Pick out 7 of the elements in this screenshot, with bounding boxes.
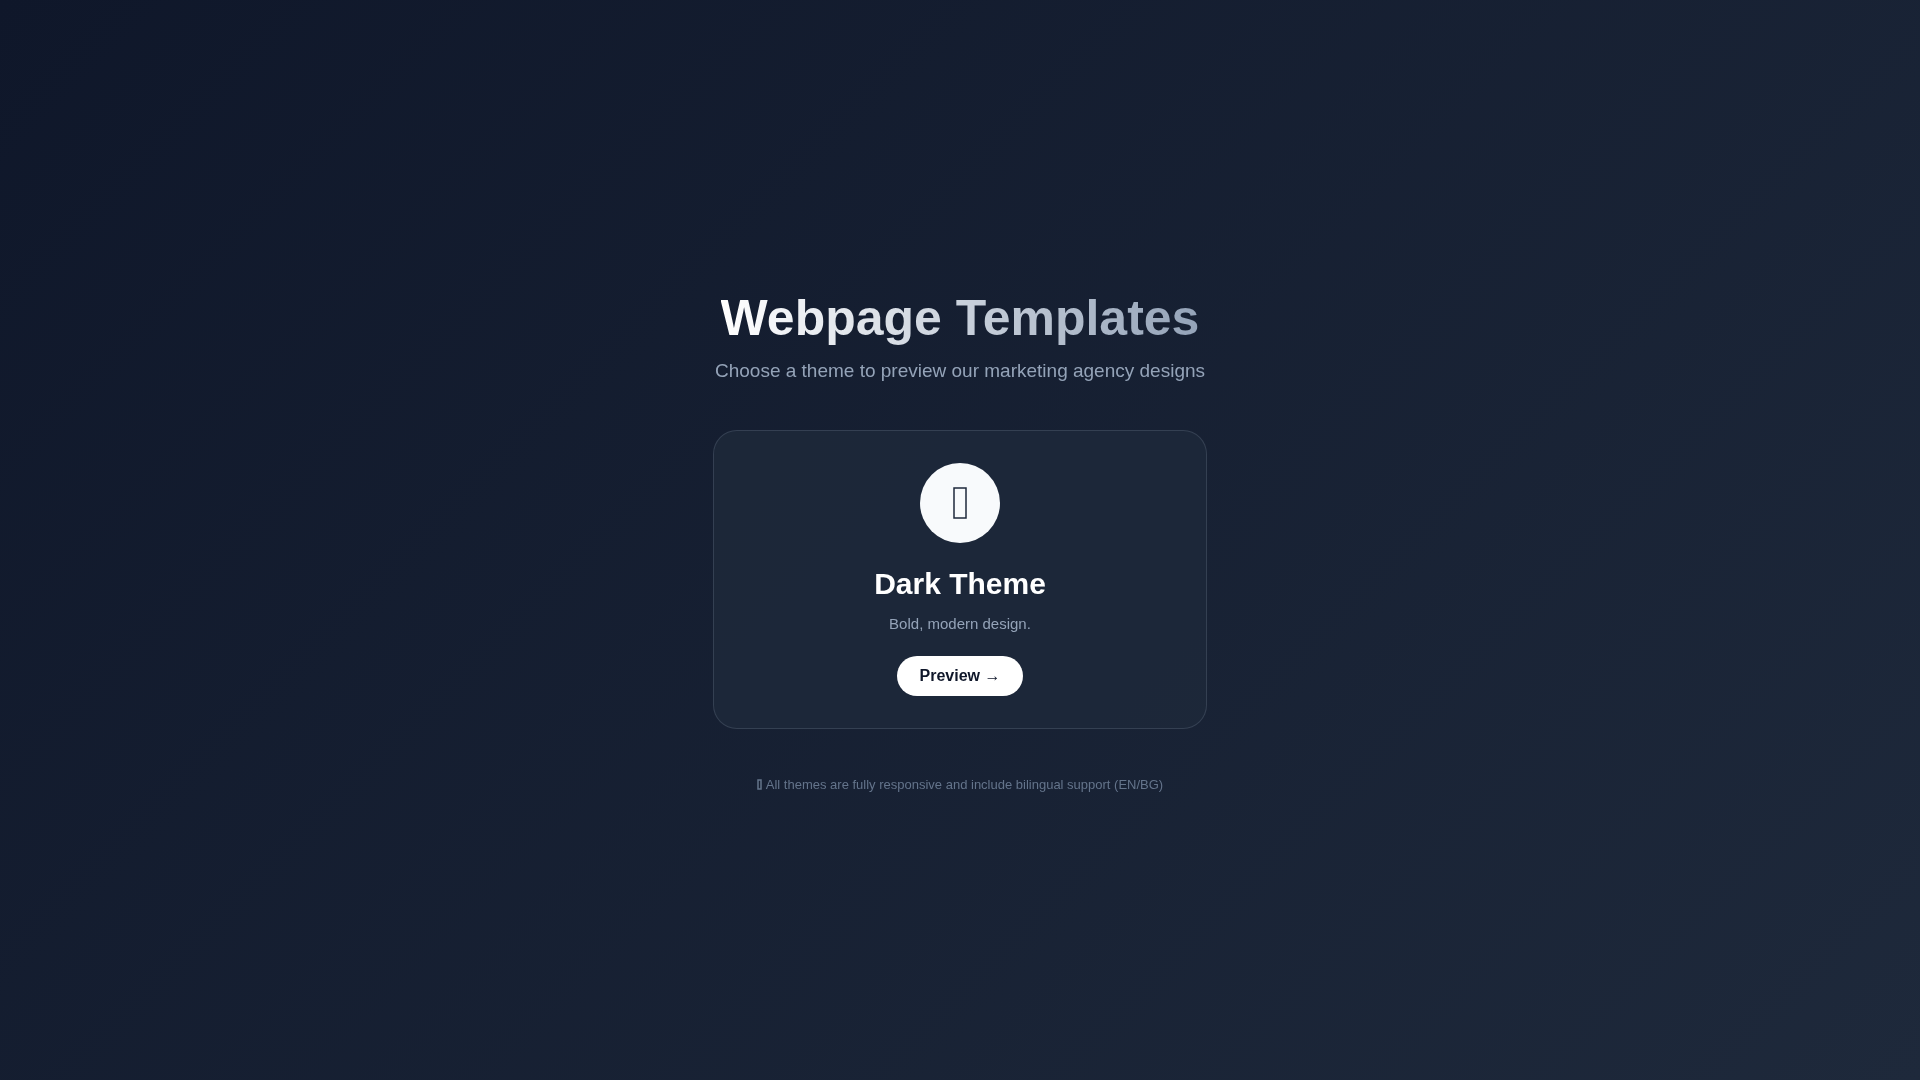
theme-name: Dark Theme: [874, 567, 1046, 601]
placeholder-glyph-icon: [953, 487, 967, 519]
placeholder-glyph-icon: [756, 779, 762, 790]
page-subtitle: Choose a theme to preview our marketing agency designs: [714, 360, 1206, 382]
preview-button[interactable]: Preview →: [896, 656, 1024, 696]
theme-description: Bold, modern design.: [889, 615, 1031, 632]
footer-note: All themes are fully responsive and include bilingual support (EN/BG): [765, 777, 1164, 792]
